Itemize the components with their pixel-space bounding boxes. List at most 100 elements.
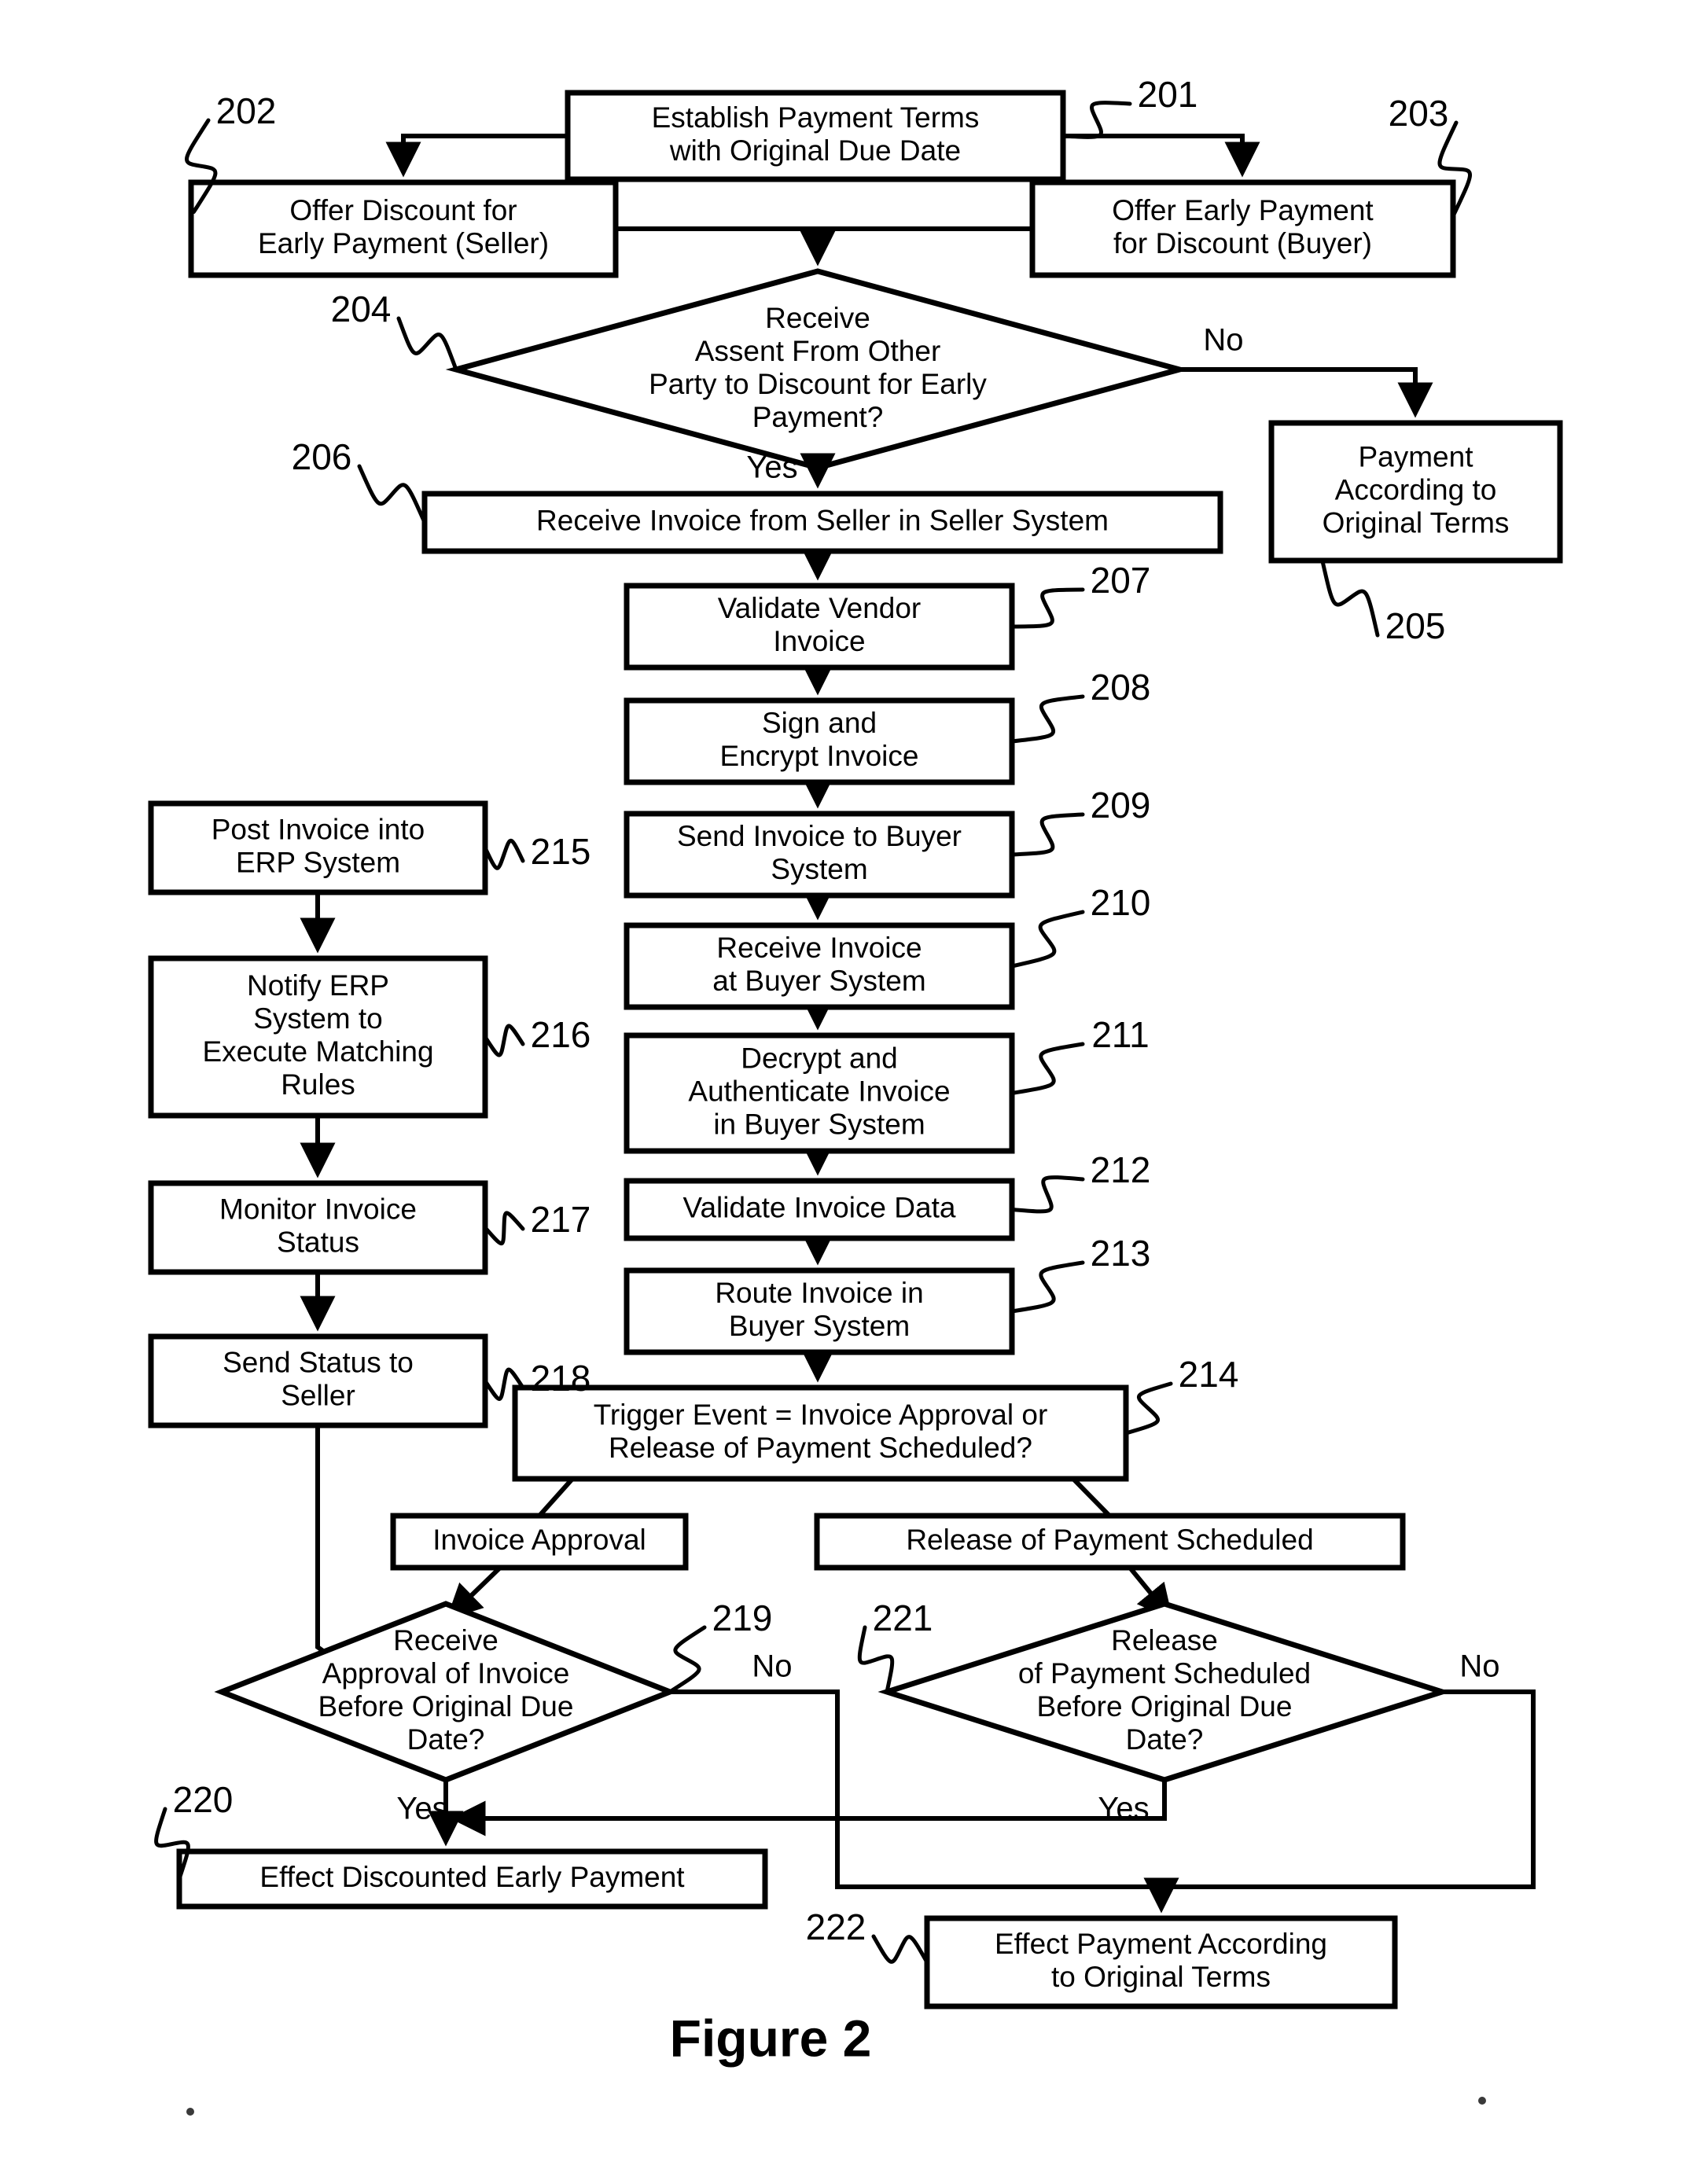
node-label-216-line-1: System to — [253, 1002, 383, 1035]
node-label-219-line-1: Approval of Invoice — [322, 1657, 570, 1689]
node-label-211-line-0: Decrypt and — [741, 1042, 898, 1074]
reference-numeral-text-204: 204 — [331, 289, 392, 329]
connector-214-to-release-of-payment — [1071, 1476, 1112, 1518]
node-label-209-line-1: System — [771, 853, 867, 885]
process-node-222: Effect Payment Accordingto Original Term… — [924, 1915, 1398, 2009]
process-node-220: Effect Discounted Early Payment — [176, 1848, 768, 1910]
reference-leader-217 — [483, 1211, 525, 1246]
reference-numeral-text-208: 208 — [1091, 667, 1151, 708]
reference-numeral-213: 213 — [1010, 1233, 1151, 1314]
branch-label-204-no: No — [1203, 323, 1243, 358]
node-label-205-line-0: Payment — [1358, 440, 1473, 472]
reference-numeral-text-217: 217 — [531, 1199, 591, 1240]
scan-speck — [1478, 2097, 1486, 2105]
reference-numeral-text-222: 222 — [806, 1906, 866, 1947]
reference-leader-214 — [1124, 1381, 1173, 1436]
node-label-207-line-1: Invoice — [773, 625, 865, 657]
node-label-201-line-1: with Original Due Date — [669, 134, 961, 167]
node-label-204-line-1: Assent From Other — [695, 335, 941, 367]
reference-numeral-212: 212 — [1010, 1149, 1151, 1214]
node-label-212-line-0: Validate Invoice Data — [683, 1191, 956, 1223]
reference-numeral-217: 217 — [483, 1199, 591, 1246]
process-node-202: Offer Discount forEarly Payment (Seller) — [188, 179, 619, 278]
connector-201-to-202 — [385, 134, 568, 178]
node-label-202-line-0: Offer Discount for — [289, 194, 517, 226]
node-label-219-line-3: Date? — [407, 1723, 485, 1756]
reference-numeral-214: 214 — [1124, 1354, 1239, 1436]
patent-figure-page: Establish Payment Terms with Original Due… — [0, 0, 1696, 2184]
reference-leader-212 — [1010, 1175, 1085, 1214]
reference-numeral-221: 221 — [857, 1598, 933, 1694]
process-node-218: Send Status toSeller — [148, 1333, 488, 1428]
node-label-209-line-0: Send Invoice to Buyer — [677, 820, 962, 852]
reference-numeral-text-202: 202 — [216, 90, 277, 131]
reference-numeral-222: 222 — [806, 1906, 929, 1965]
node-label-205-line-2: Original Terms — [1323, 506, 1510, 539]
node-label-215-line-0: Post Invoice into — [212, 813, 425, 845]
process-node-211: Decrypt andAuthenticate Invoicein Buyer … — [624, 1032, 1015, 1154]
reference-numeral-text-213: 213 — [1091, 1233, 1151, 1274]
reference-numeral-text-215: 215 — [531, 831, 591, 872]
reference-numeral-text-209: 209 — [1091, 785, 1151, 825]
reference-numeral-208: 208 — [1010, 667, 1151, 744]
node-label-208-line-1: Encrypt Invoice — [720, 740, 919, 772]
node-label-203-line-0: Offer Early Payment — [1112, 194, 1374, 226]
reference-numeral-205: 205 — [1320, 558, 1445, 646]
node-label-217-line-0: Monitor Invoice — [219, 1193, 417, 1225]
node-label-217-line-1: Status — [277, 1226, 359, 1258]
node-label-221-line-0: Release — [1111, 1624, 1218, 1656]
reference-numeral-text-206: 206 — [292, 436, 352, 477]
reference-numeral-text-210: 210 — [1091, 882, 1151, 923]
node-label-202-line-1: Early Payment (Seller) — [258, 227, 549, 259]
node-label-216-line-0: Notify ERP — [247, 969, 389, 1002]
process-node-205: PaymentAccording toOriginal Terms — [1268, 420, 1563, 564]
node-label-204-line-2: Party to Discount for Early — [649, 368, 987, 400]
process-node-214: Trigger Event = Invoice Approval orRelea… — [512, 1384, 1129, 1482]
reference-leader-215 — [483, 838, 525, 870]
reference-leader-213 — [1010, 1260, 1085, 1314]
node-label-invoice-approval-line-0: Invoice Approval — [432, 1524, 646, 1556]
flowchart-canvas: Establish Payment Termswith Original Due… — [148, 74, 1563, 2116]
process-node-210: Receive Invoiceat Buyer System — [624, 922, 1015, 1010]
node-label-221-line-2: Before Original Due — [1037, 1690, 1293, 1723]
reference-numeral-207: 207 — [1010, 560, 1150, 629]
reference-numeral-text-214: 214 — [1179, 1354, 1239, 1395]
reference-numeral-206: 206 — [292, 436, 427, 524]
scan-speck — [186, 2108, 194, 2116]
process-node-201: Establish Payment Termswith Original Due… — [565, 90, 1066, 182]
reference-leader-210 — [1010, 910, 1085, 969]
reference-leader-207 — [1010, 587, 1085, 629]
reference-leader-208 — [1010, 694, 1085, 744]
node-label-218-line-0: Send Status to — [223, 1346, 414, 1378]
node-label-release-of-payment-line-0: Release of Payment Scheduled — [906, 1524, 1313, 1556]
reference-numeral-text-218: 218 — [531, 1358, 591, 1399]
process-node-213: Route Invoice inBuyer System — [624, 1267, 1015, 1355]
node-label-204-line-3: Payment? — [752, 401, 884, 433]
node-label-213-line-1: Buyer System — [729, 1310, 910, 1342]
reference-leader-211 — [1010, 1042, 1085, 1095]
process-node-invoice-approval: Invoice Approval — [390, 1513, 689, 1571]
node-label-204-line-0: Receive — [765, 302, 870, 334]
connector-221-yes-to-220 — [450, 1780, 1167, 1837]
reference-leader-205 — [1320, 558, 1380, 638]
reference-numeral-text-212: 212 — [1091, 1149, 1151, 1190]
figure-caption: Figure 2 — [670, 2009, 872, 2067]
node-label-214-line-1: Release of Payment Scheduled? — [609, 1432, 1032, 1464]
node-label-206-line-0: Receive Invoice from Seller in Seller Sy… — [536, 504, 1109, 536]
reference-numeral-218: 218 — [483, 1358, 591, 1401]
process-node-206: Receive Invoice from Seller in Seller Sy… — [421, 491, 1223, 554]
node-label-221-line-1: of Payment Scheduled — [1018, 1657, 1311, 1689]
reference-numeral-text-201: 201 — [1138, 74, 1198, 115]
node-label-203-line-1: for Discount (Buyer) — [1113, 227, 1372, 259]
reference-leader-222 — [871, 1934, 929, 1965]
node-label-219-line-2: Before Original Due — [318, 1690, 574, 1723]
process-node-207: Validate VendorInvoice — [624, 583, 1015, 671]
reference-numeral-text-220: 220 — [173, 1779, 234, 1820]
node-label-210-line-0: Receive Invoice — [716, 932, 922, 964]
process-node-216: Notify ERPSystem toExecute MatchingRules — [148, 955, 488, 1119]
reference-numeral-210: 210 — [1010, 882, 1151, 969]
process-node-217: Monitor InvoiceStatus — [148, 1180, 488, 1275]
reference-numeral-text-219: 219 — [712, 1598, 773, 1638]
node-label-221-line-3: Date? — [1126, 1723, 1204, 1756]
reference-leader-219 — [668, 1625, 707, 1694]
